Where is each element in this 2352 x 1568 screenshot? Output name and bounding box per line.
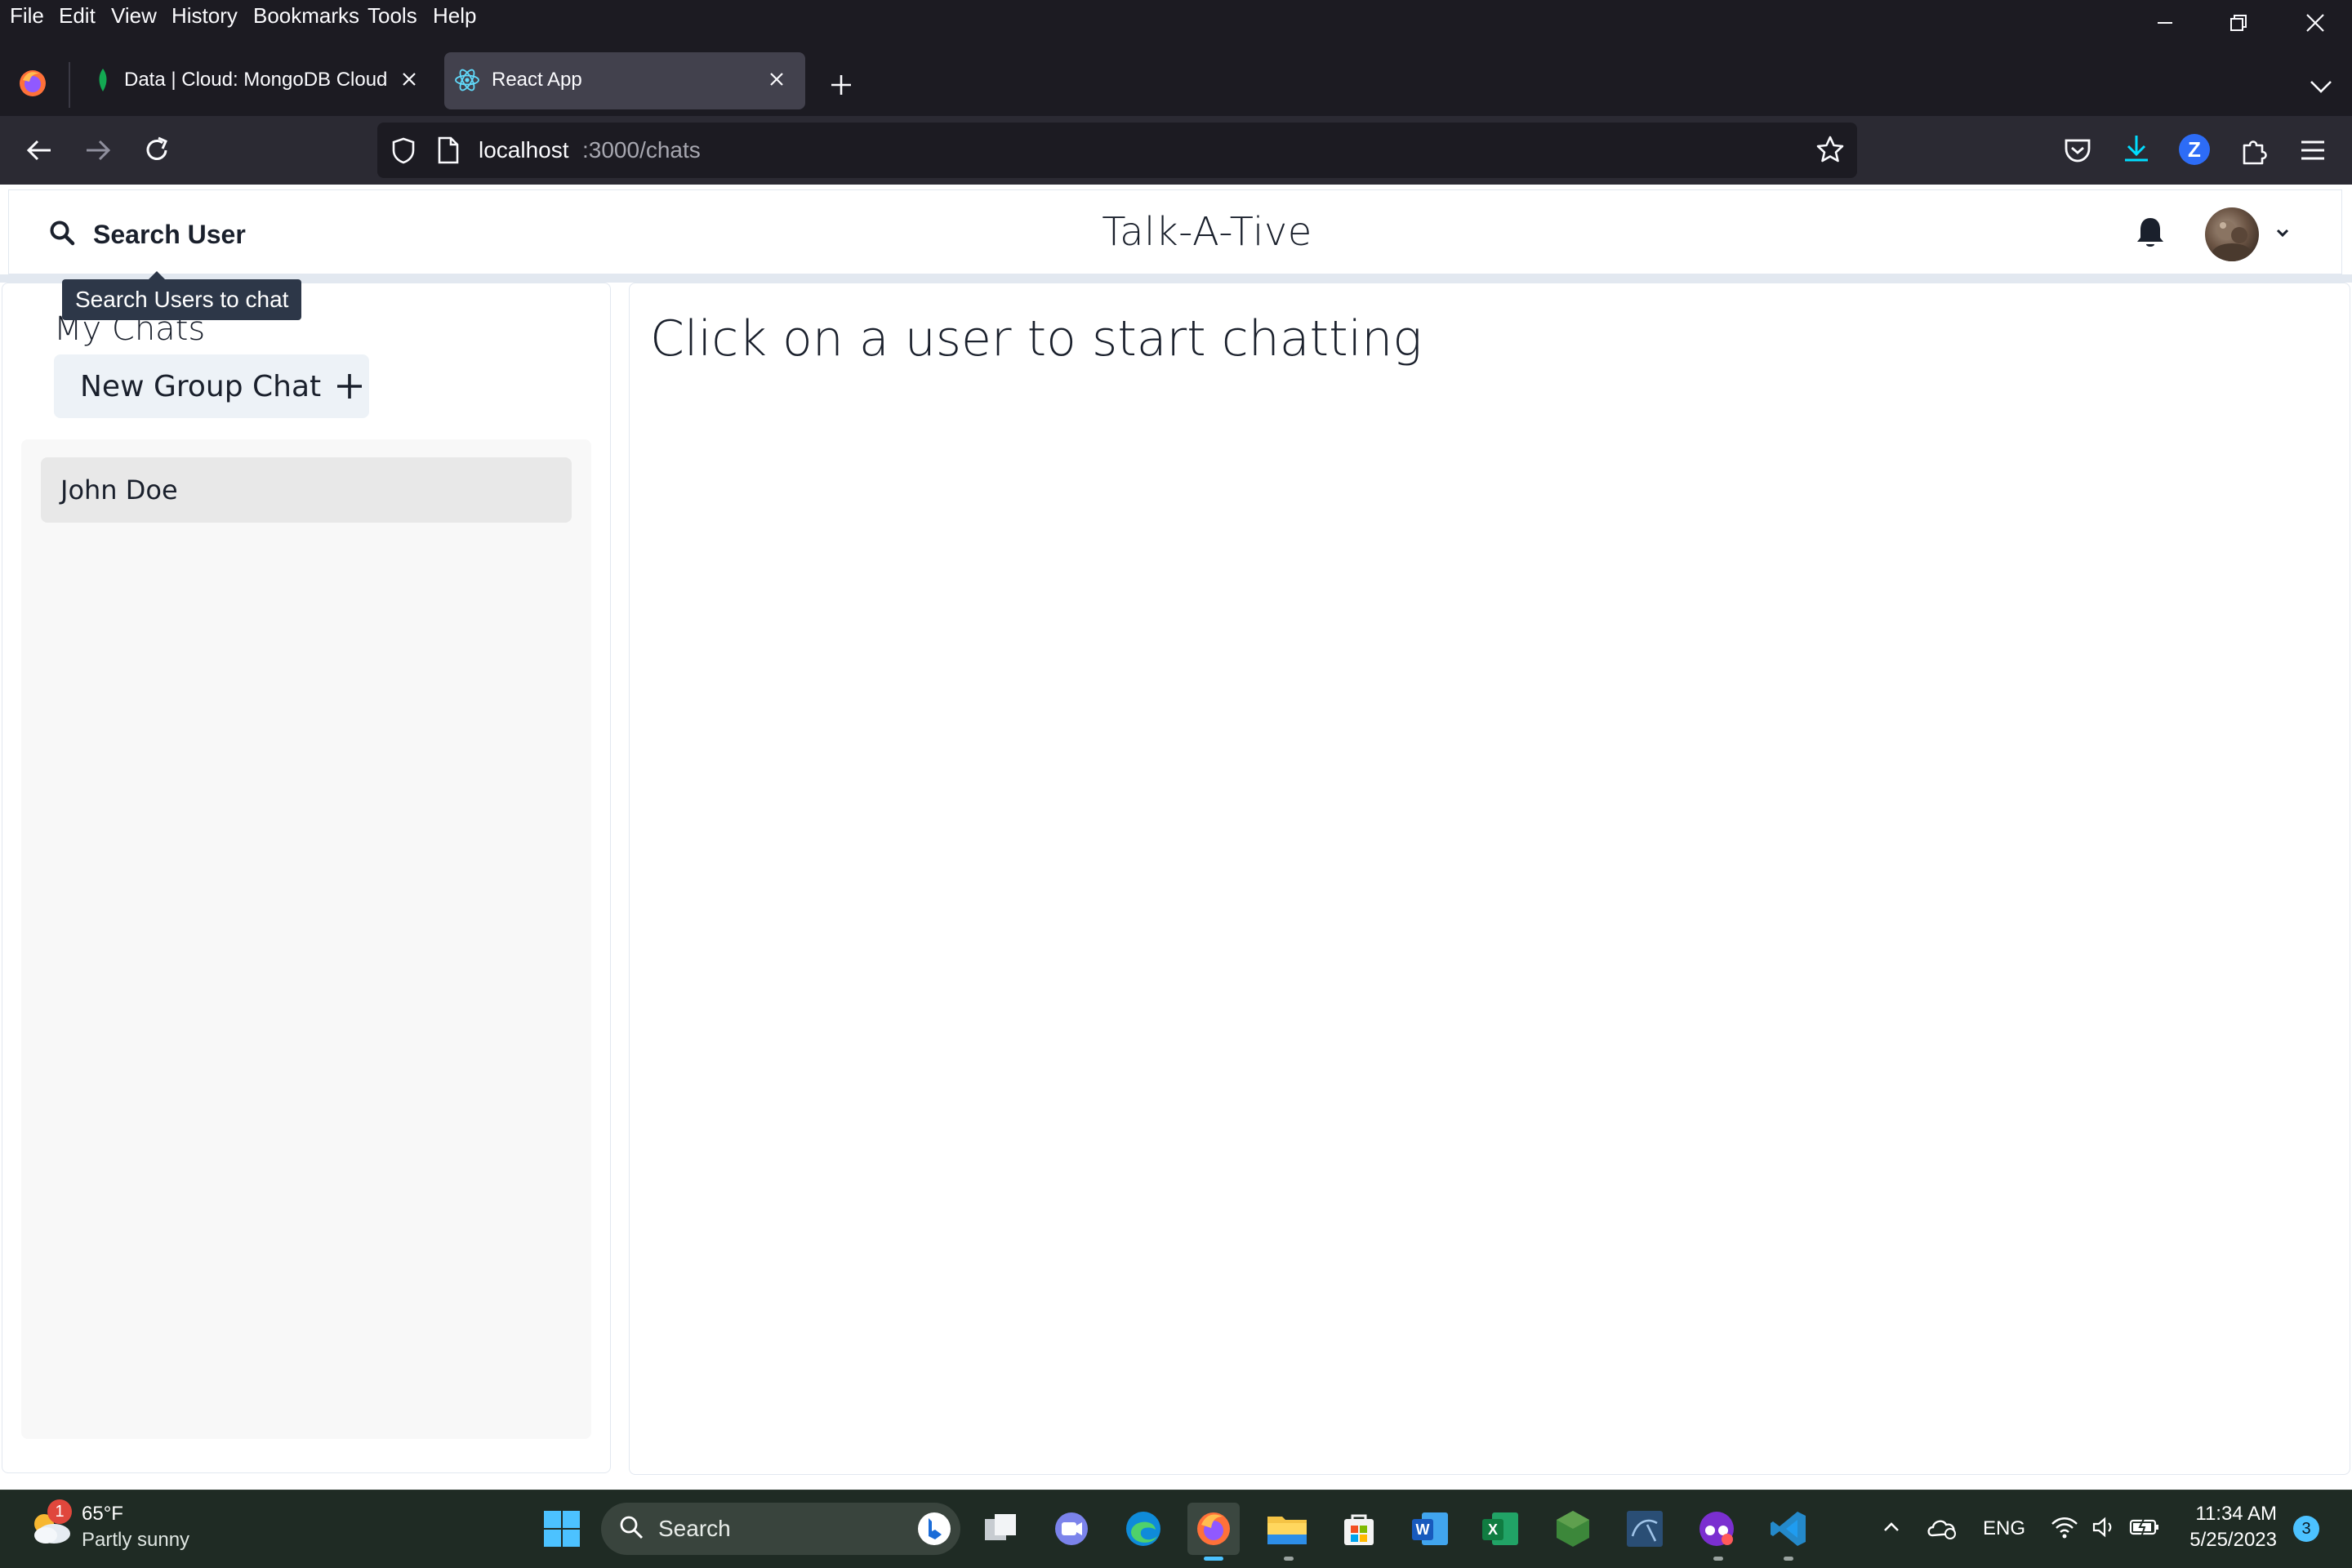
shield-icon[interactable] xyxy=(389,136,418,169)
mongodb-leaf-icon xyxy=(95,67,111,97)
tooltip-arrow xyxy=(149,271,165,279)
tab-title: Data | Cloud: MongoDB Cloud xyxy=(124,69,388,91)
bell-icon xyxy=(2134,215,2167,255)
menu-help[interactable]: Help xyxy=(433,3,476,29)
react-icon xyxy=(454,67,480,97)
back-icon[interactable] xyxy=(23,134,56,171)
app-title: Talk-A-Tive xyxy=(1102,209,1312,255)
word-icon[interactable]: W xyxy=(1405,1503,1457,1555)
nodejs-icon[interactable] xyxy=(1547,1503,1599,1555)
search-icon xyxy=(617,1513,645,1545)
new-group-chat-button[interactable]: New Group Chat xyxy=(54,354,369,418)
bookmark-star-icon[interactable] xyxy=(1815,134,1846,169)
clock-time[interactable]: 11:34 AM xyxy=(2187,1503,2277,1526)
active-app-indicator xyxy=(1204,1557,1223,1561)
menu-tools[interactable]: Tools xyxy=(368,3,417,29)
teams-chat-icon[interactable] xyxy=(1045,1503,1098,1555)
plus-icon xyxy=(334,371,365,402)
menu-file[interactable]: File xyxy=(10,3,44,29)
pocket-icon[interactable] xyxy=(2061,134,2094,171)
onedrive-icon[interactable] xyxy=(1926,1514,1958,1544)
close-tab-icon[interactable] xyxy=(768,70,786,92)
weather-temp: 65°F xyxy=(82,1503,123,1525)
new-tab-icon[interactable] xyxy=(825,69,858,101)
taskbar-search-placeholder: Search xyxy=(658,1516,731,1541)
ms-store-icon[interactable] xyxy=(1333,1503,1385,1555)
profile-menu-button[interactable] xyxy=(2205,206,2303,263)
restore-button[interactable] xyxy=(2202,0,2275,46)
chevron-down-icon xyxy=(2274,224,2292,246)
downloads-icon[interactable] xyxy=(2120,132,2153,169)
svg-text:X: X xyxy=(1488,1521,1498,1538)
menu-history[interactable]: History xyxy=(172,3,238,29)
reload-icon[interactable] xyxy=(140,134,173,171)
bing-icon[interactable] xyxy=(918,1512,951,1545)
chat-box xyxy=(629,283,2350,1475)
menu-bookmarks[interactable]: Bookmarks xyxy=(253,3,359,29)
notifications-button[interactable] xyxy=(2130,214,2171,255)
wifi-icon[interactable] xyxy=(2050,1514,2079,1544)
running-app-indicator xyxy=(1784,1557,1793,1561)
hamburger-menu-icon[interactable] xyxy=(2296,136,2329,169)
search-tooltip: Search Users to chat xyxy=(62,279,302,320)
taskbar-search-box[interactable]: Search xyxy=(601,1503,960,1555)
vscode-icon[interactable] xyxy=(1762,1503,1815,1555)
svg-text:W: W xyxy=(1416,1521,1430,1538)
clock-date[interactable]: 5/25/2023 xyxy=(2179,1529,2277,1552)
menu-view[interactable]: View xyxy=(111,3,157,29)
task-view-icon[interactable] xyxy=(975,1503,1027,1555)
file-explorer-icon[interactable] xyxy=(1261,1503,1313,1555)
tab-react-app[interactable]: React App xyxy=(444,52,805,109)
weather-desc: Partly sunny xyxy=(82,1529,190,1551)
volume-icon[interactable] xyxy=(2091,1514,2117,1544)
extensions-icon[interactable] xyxy=(2238,134,2270,171)
chat-name: John Doe xyxy=(60,474,178,506)
tab-divider xyxy=(69,62,70,108)
chat-list: John Doe xyxy=(21,439,591,1439)
excel-icon[interactable]: X xyxy=(1475,1503,1527,1555)
url-host: localhost xyxy=(479,137,569,163)
tab-title: React App xyxy=(492,69,582,91)
url-path: :3000/chats xyxy=(582,137,701,163)
notification-count-badge[interactable]: 3 xyxy=(2293,1516,2319,1542)
mysql-workbench-icon[interactable] xyxy=(1619,1503,1671,1555)
minimize-button[interactable] xyxy=(2128,0,2202,46)
menu-bar: File Edit View History Bookmarks Tools H… xyxy=(0,0,2352,36)
battery-icon[interactable] xyxy=(2128,1514,2161,1544)
menu-edit[interactable]: Edit xyxy=(59,3,96,29)
tab-mongodb[interactable]: Data | Cloud: MongoDB Cloud xyxy=(82,52,434,109)
edge-icon[interactable] xyxy=(1117,1503,1169,1555)
show-hidden-icons-chevron-up-icon[interactable] xyxy=(1880,1516,1903,1543)
page-icon[interactable] xyxy=(436,136,461,169)
new-group-chat-label: New Group Chat xyxy=(80,369,322,403)
weather-badge: 1 xyxy=(47,1499,72,1524)
zoom-extension-icon[interactable]: Z xyxy=(2179,134,2210,165)
running-app-indicator xyxy=(1713,1557,1723,1561)
forward-icon[interactable] xyxy=(82,134,114,171)
incognito-app-icon[interactable] xyxy=(1690,1503,1743,1555)
list-all-tabs-icon[interactable] xyxy=(2305,70,2337,103)
running-app-indicator xyxy=(1284,1557,1294,1561)
empty-chat-message: Click on a user to start chatting xyxy=(650,310,1423,368)
firefox-view-icon[interactable] xyxy=(15,65,51,101)
close-window-button[interactable] xyxy=(2278,0,2352,46)
firefox-taskbar-icon[interactable] xyxy=(1187,1503,1240,1555)
header-divider xyxy=(0,274,2352,283)
language-indicator[interactable]: ENG xyxy=(1983,1517,2025,1540)
close-tab-icon[interactable] xyxy=(400,70,418,92)
url-bar[interactable]: localhost :3000/chats xyxy=(377,122,1857,178)
avatar xyxy=(2205,207,2259,261)
start-button[interactable] xyxy=(536,1503,588,1555)
chat-list-item[interactable]: John Doe xyxy=(41,457,572,523)
